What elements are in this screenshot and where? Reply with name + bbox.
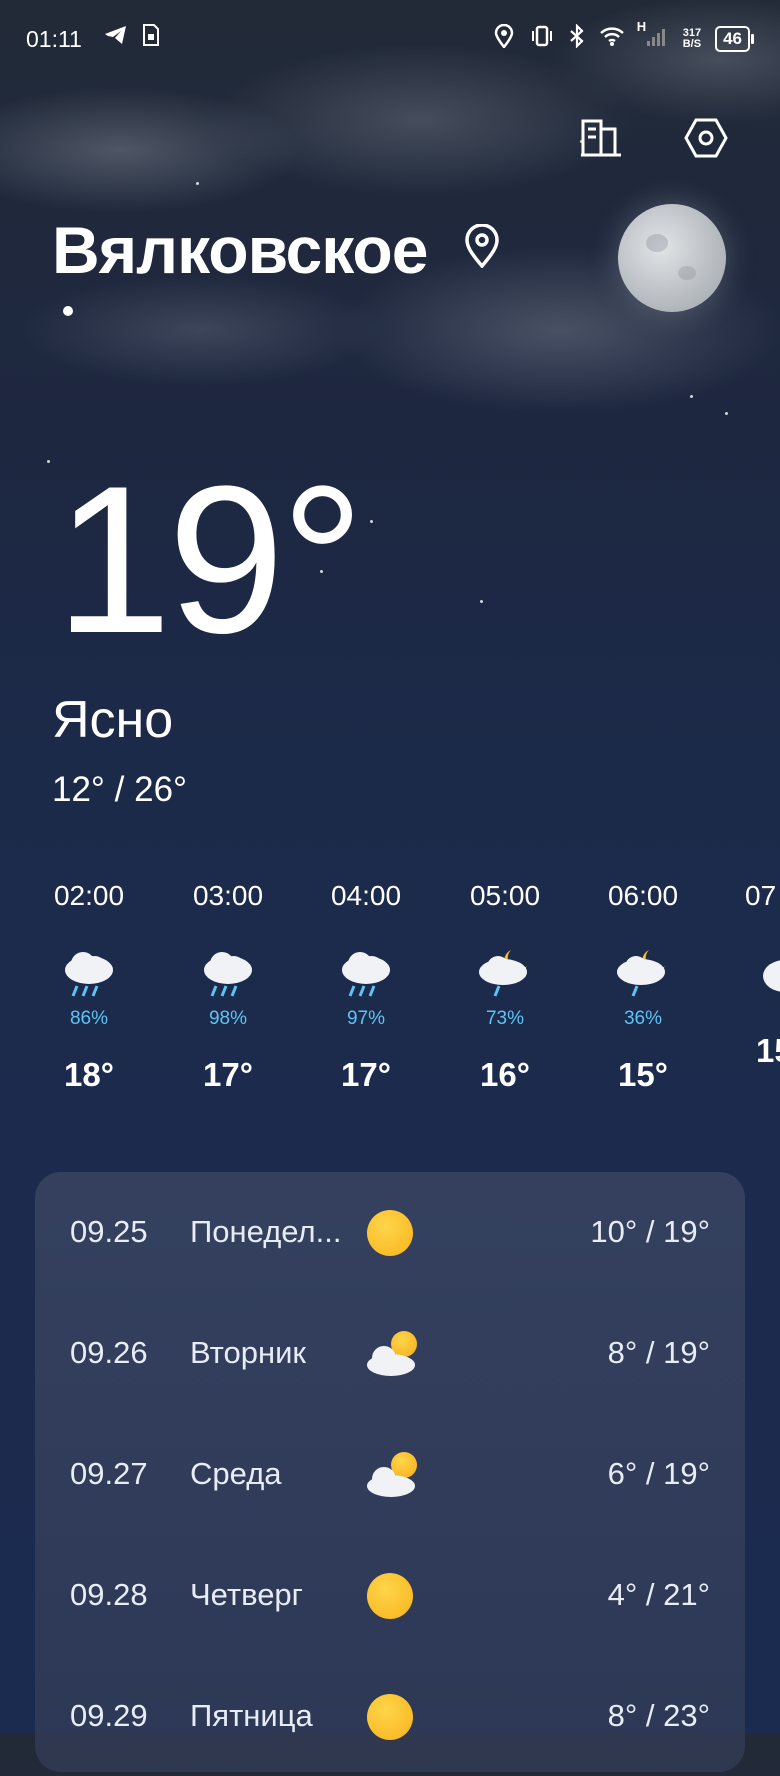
hour-time: 06:00 (607, 880, 679, 911)
daily-row[interactable]: 09.28 Четверг 4° / 21° (35, 1535, 745, 1655)
wifi-icon (599, 25, 625, 53)
day-date: 09.25 (70, 1214, 148, 1249)
precip-chance: 36% (623, 1008, 663, 1029)
settings-hexagon-icon (684, 118, 728, 158)
sun-icon (365, 1573, 417, 1623)
hour-item: 07 15 (711, 880, 780, 1070)
precip-chance: 97% (346, 1008, 386, 1029)
battery-icon: 46 (715, 26, 754, 52)
net-speed-unit: B/S (682, 38, 702, 50)
status-time: 01:11 (26, 26, 82, 52)
daily-row[interactable]: 09.25 Понедел... 10° / 19° (35, 1172, 745, 1292)
bluetooth-icon (569, 23, 585, 54)
buildings-icon (581, 119, 621, 157)
hour-time: 02:00 (53, 880, 125, 911)
star (690, 395, 693, 398)
telegram-icon (104, 24, 128, 52)
day-date: 09.26 (70, 1335, 148, 1370)
hour-temp: 17° (203, 1056, 253, 1093)
hour-time: 04:00 (330, 880, 402, 911)
hour-time: 05:00 (469, 880, 541, 911)
cloud-icon (755, 946, 780, 1006)
location-status-icon (493, 23, 515, 54)
daily-row[interactable]: 09.26 Вторник 8° / 19° (35, 1293, 745, 1413)
rain-cloud-icon (198, 946, 258, 1006)
sun-icon (365, 1694, 417, 1744)
star (725, 412, 728, 415)
current-temperature: 19° (55, 442, 365, 677)
location-pin-icon (462, 223, 502, 269)
moon-icon (618, 204, 726, 312)
day-date: 09.28 (70, 1577, 148, 1612)
partly-cloudy-icon (365, 1452, 417, 1502)
status-bar: 01:11 H 317 B/S 46 (0, 0, 780, 80)
day-name: Вторник (190, 1335, 306, 1370)
hour-time: 07 (745, 880, 777, 911)
hour-temp: 16° (480, 1056, 530, 1093)
cell-signal-icon: H (637, 19, 669, 53)
star (370, 520, 373, 523)
star (480, 600, 483, 603)
star (47, 460, 50, 463)
hour-temp: 17° (341, 1056, 391, 1093)
settings-button[interactable] (683, 115, 729, 161)
daily-forecast-card[interactable]: 09.25 Понедел... 10° / 19° 09.26 Вторник… (35, 1172, 745, 1772)
net-speed: 317 B/S (683, 28, 701, 50)
hour-item: 04:00 97% 17° (296, 880, 436, 1094)
day-temp-range: 8° / 23° (607, 1698, 710, 1733)
hour-item: 06:00 36% 15° (573, 880, 713, 1094)
hour-temp: 15 (756, 1032, 780, 1069)
precip-chance: 73% (485, 1008, 525, 1029)
precip-chance: 86% (69, 1008, 109, 1029)
day-name: Четверг (190, 1577, 303, 1612)
day-temp-range: 10° / 19° (590, 1214, 710, 1249)
daily-row[interactable]: 09.29 Пятница 8° / 23° (35, 1656, 745, 1776)
hour-item: 03:00 98% 17° (158, 880, 298, 1094)
rain-cloud-icon (59, 946, 119, 1006)
day-temp-range: 4° / 21° (607, 1577, 710, 1612)
hour-temp: 15° (618, 1056, 668, 1093)
status-icons: H 317 B/S 46 (493, 19, 754, 54)
day-temp-range: 6° / 19° (607, 1456, 710, 1491)
sun-icon (365, 1210, 417, 1260)
vibrate-icon (529, 25, 555, 53)
hour-temp: 18° (64, 1056, 114, 1093)
page-indicator-dot (63, 306, 73, 316)
hourly-forecast[interactable]: 02:00 86% 18° 03:00 98% 17° 04:00 97% 17… (0, 880, 780, 1110)
weather-condition: Ясно (52, 691, 174, 749)
precip-chance: 98% (208, 1008, 248, 1029)
day-date: 09.29 (70, 1698, 148, 1733)
network-type: H (636, 19, 647, 34)
day-name: Понедел... (190, 1214, 342, 1249)
day-date: 09.27 (70, 1456, 148, 1491)
temperature-range: 12° / 26° (52, 770, 188, 809)
day-temp-range: 8° / 19° (607, 1335, 710, 1370)
partly-cloudy-icon (365, 1331, 417, 1381)
city-manage-button[interactable] (579, 115, 625, 161)
star (196, 182, 199, 185)
city-name[interactable]: Вялковское (52, 212, 428, 288)
hour-item: 05:00 73% 16° (435, 880, 575, 1094)
moon-rain-cloud-icon (475, 946, 535, 1006)
hour-time: 03:00 (192, 880, 264, 911)
rain-cloud-icon (336, 946, 396, 1006)
day-name: Среда (190, 1456, 282, 1491)
moon-rain-cloud-icon (613, 946, 673, 1006)
hour-item: 02:00 86% 18° (19, 880, 159, 1094)
day-name: Пятница (190, 1698, 313, 1733)
daily-row[interactable]: 09.27 Среда 6° / 19° (35, 1414, 745, 1534)
sim-card-icon (142, 24, 160, 52)
